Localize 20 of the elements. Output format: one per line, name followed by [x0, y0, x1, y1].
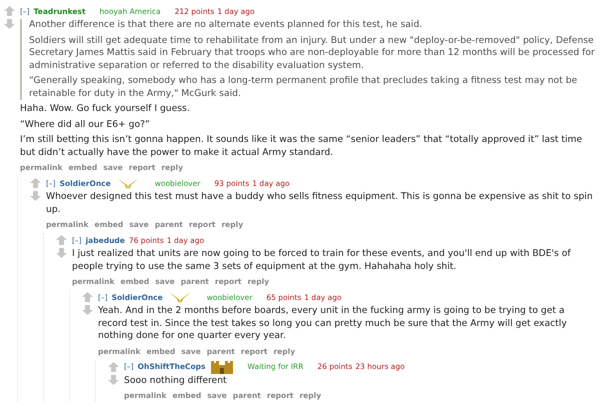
upvote-arrow-icon[interactable]: [82, 292, 93, 302]
downvote-arrow-icon[interactable]: [4, 19, 15, 29]
upvote-arrow-icon[interactable]: [30, 178, 41, 188]
quote-paragraph: Soldiers will still get adequate time to rehabilitate from an injury. But under a new "deploy-or-be-removed" policy, Defense Secretary James Mattis said in February that troops who are non-deployable for more than 12 months will be processed for administrative separation or referred to the disability evaluation system.: [29, 34, 596, 72]
comment-paragraph: “Where did all our E6+ go?”: [20, 118, 151, 131]
upvote-arrow-icon[interactable]: [108, 362, 119, 372]
comment-paragraph: Sooo nothing different: [124, 374, 228, 387]
downvote-arrow-icon[interactable]: [108, 374, 119, 384]
upvote-arrow-icon[interactable]: [56, 235, 67, 245]
downvote-arrow-icon[interactable]: [30, 191, 41, 201]
comment-paragraph: Haha. Wow. Go fuck yourself I guess.: [20, 103, 191, 116]
downvote-arrow-icon[interactable]: [56, 248, 67, 258]
comment-paragraph: Whoever designed this test must have a buddy who sells fitness equipment. This is gonna be expensive as shit to spin up.: [46, 191, 594, 216]
quote-paragraph: “Generally speaking, somebody who has a long-term permanent profile that precludes taking a fitness test may not be retainable for duty in the Army," McGurk said.: [29, 75, 578, 100]
upvote-arrow-icon[interactable]: [4, 6, 15, 16]
quote-paragraph: Another difference is that there are no alternate events planned for this test, he said.: [29, 19, 424, 32]
comment-paragraph: I just realized that units are now going to be forced to train for these events, and you'll end up with BDE's of people trying to use the same 3 sets of equipment at the gym. Hahahaha holy shit.: [72, 248, 572, 273]
comment-paragraph: I’m still betting this isn’t gonna happen. It sounds like it was the same “senior leaders” that “totally approved it” last time but didn’t actually have the power to make it actual Army standard.: [20, 134, 584, 159]
downvote-arrow-icon[interactable]: [82, 305, 93, 315]
comment-paragraph: Yeah. And in the 2 months before boards, every unit in the fucking army is going to be trying to get a record test in. Since the test takes so long you can pretty much be sure that the Army will get exactly nothing done for one quarter every year.: [98, 305, 568, 342]
